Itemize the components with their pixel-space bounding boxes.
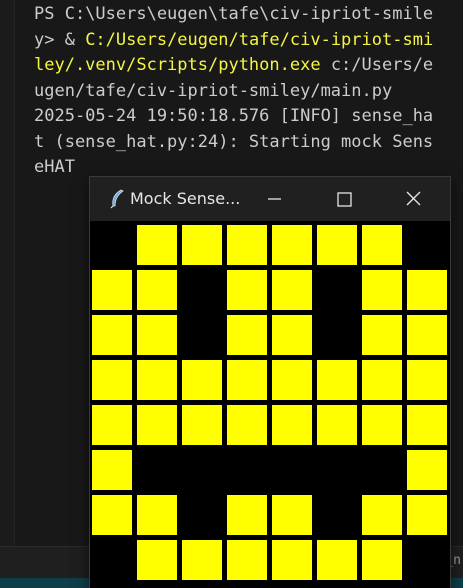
led-pixel [316, 269, 358, 311]
led-pixel [91, 314, 133, 356]
led-pixel [91, 359, 133, 401]
led-pixel [271, 494, 313, 536]
led-pixel [91, 224, 133, 266]
led-pixel [226, 494, 268, 536]
led-pixel [91, 539, 133, 581]
led-pixel [406, 224, 448, 266]
terminal-text: t (sense_hat.py:24): Starting mock Sens [34, 131, 434, 152]
terminal-gutter [0, 0, 15, 546]
terminal-text: c:/Users/e [320, 55, 434, 75]
led-pixel [181, 494, 223, 536]
terminal-text: PS C:\Users\eugen\tafe\civ-ipriot-smile [34, 4, 434, 24]
close-button[interactable] [390, 177, 436, 221]
window-titlebar[interactable]: Mock Sense... [90, 177, 450, 221]
led-pixel [226, 539, 268, 581]
led-pixel [361, 314, 403, 356]
terminal-text: y> & [34, 29, 86, 50]
close-icon [406, 191, 421, 206]
terminal-text: eHAT [34, 157, 75, 177]
led-pixel [91, 449, 133, 491]
led-pixel [181, 314, 223, 356]
terminal-line: y> & C:/Users/eugen/tafe/civ-ipriot-smi [34, 28, 463, 54]
led-pixel [406, 269, 448, 311]
led-pixel [136, 404, 178, 446]
terminal-line: PS C:\Users\eugen\tafe\civ-ipriot-smile [34, 2, 463, 28]
led-pixel [136, 224, 178, 266]
terminal-line: t (sense_hat.py:24): Starting mock Sens [34, 130, 463, 156]
terminal-text: C:/Users/eugen/tafe/civ-ipriot-smi [85, 29, 434, 50]
led-pixel [226, 269, 268, 311]
led-pixel [361, 404, 403, 446]
terminal-text: ugen/tafe/civ-ipriot-smiley/main.py [34, 80, 393, 101]
led-pixel [181, 404, 223, 446]
led-pixel [361, 224, 403, 266]
maximize-button[interactable] [321, 177, 367, 221]
led-pixel [406, 539, 448, 581]
led-pixel [271, 269, 313, 311]
led-pixel [136, 269, 178, 311]
led-pixel [361, 449, 403, 491]
led-pixel [271, 404, 313, 446]
led-pixel [136, 314, 178, 356]
led-pixel [406, 449, 448, 491]
led-pixel [226, 404, 268, 446]
led-pixel [91, 494, 133, 536]
led-pixel [226, 224, 268, 266]
led-pixel [361, 269, 403, 311]
led-pixel [406, 359, 448, 401]
led-pixel [271, 539, 313, 581]
led-pixel [316, 539, 358, 581]
led-pixel [91, 269, 133, 311]
led-pixel [226, 359, 268, 401]
terminal-text: 2025-05-24 19:50:18.576 [INFO] sense_ha [34, 106, 434, 126]
led-pixel [406, 314, 448, 356]
led-pixel [406, 494, 448, 536]
led-pixel [181, 449, 223, 491]
led-pixel [136, 449, 178, 491]
terminal-line: ugen/tafe/civ-ipriot-smiley/main.py [34, 79, 463, 105]
led-pixel [271, 449, 313, 491]
led-pixel [181, 269, 223, 311]
led-pixel [271, 224, 313, 266]
led-pixel [316, 359, 358, 401]
led-pixel [271, 314, 313, 356]
led-pixel [136, 494, 178, 536]
led-pixel [91, 404, 133, 446]
terminal-line: 2025-05-24 19:50:18.576 [INFO] sense_ha [34, 104, 463, 130]
feather-icon [108, 189, 126, 209]
mock-sensehat-window[interactable]: Mock Sense... [89, 176, 451, 588]
led-pixel [316, 449, 358, 491]
terminal-text: ley/.venv/Scripts/python.exe [34, 55, 321, 75]
led-pixel [226, 314, 268, 356]
terminal-line: ley/.venv/Scripts/python.exe c:/Users/e [34, 53, 463, 79]
led-pixel [316, 314, 358, 356]
led-pixel [406, 404, 448, 446]
led-pixel [361, 494, 403, 536]
led-pixel [316, 224, 358, 266]
led-pixel [361, 359, 403, 401]
minimize-icon [268, 198, 281, 200]
minimize-button[interactable] [252, 177, 298, 221]
led-pixel [316, 494, 358, 536]
led-pixel [271, 359, 313, 401]
led-pixel [361, 539, 403, 581]
led-pixel [316, 404, 358, 446]
led-matrix [90, 223, 450, 588]
led-pixel [136, 359, 178, 401]
maximize-icon [337, 192, 352, 207]
led-pixel [181, 539, 223, 581]
window-title: Mock Sense... [130, 189, 241, 208]
led-pixel [181, 359, 223, 401]
led-pixel [226, 449, 268, 491]
led-pixel [181, 224, 223, 266]
desktop: PS C:\Users\eugen\tafe\civ-ipriot-smile y… [0, 0, 463, 588]
led-pixel [136, 539, 178, 581]
